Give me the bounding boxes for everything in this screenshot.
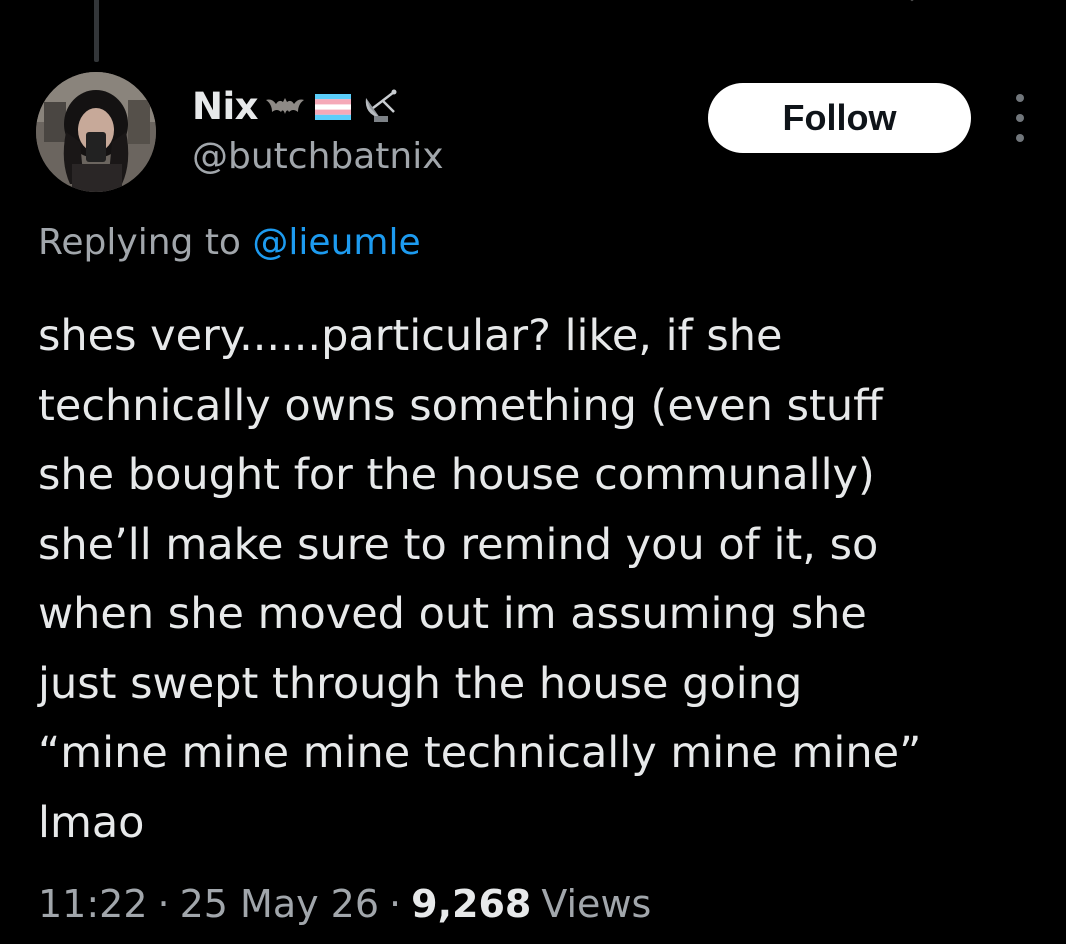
author-display-name[interactable]: Nix xyxy=(192,85,259,128)
tweet-text-line: she bought for the house communally) xyxy=(38,450,875,500)
tweet-text-line: shes very......particular? like, if she xyxy=(38,311,783,361)
satellite-antenna-icon xyxy=(365,89,397,122)
views-label: Views xyxy=(541,882,652,926)
partial-icon-top xyxy=(910,0,914,2)
tweet-text-line: “mine mine mine technically mine mine” xyxy=(38,728,922,778)
tweet-text-line: lmao xyxy=(38,797,145,848)
tweet-text-line: technically owns something (even stuff xyxy=(38,380,883,431)
thread-connector-line xyxy=(94,0,99,62)
meta-separator: · xyxy=(157,882,170,926)
follow-button[interactable]: Follow xyxy=(708,83,971,153)
avatar-photo xyxy=(36,72,156,192)
tweet-text-line: when she moved out im assuming she xyxy=(38,589,867,639)
meta-separator: · xyxy=(389,882,402,926)
bat-emoji-icon xyxy=(266,98,305,114)
views-count: 9,268 xyxy=(411,882,532,926)
tweet-body: shes very......particular? like, if she … xyxy=(38,302,1038,858)
tweet-date[interactable]: 25 May 26 xyxy=(180,882,379,926)
replying-to-row: Replying to @lieumle xyxy=(38,222,421,263)
tweet-meta-row: 11:22 · 25 May 26 · 9,268 Views xyxy=(38,882,651,926)
more-dot xyxy=(1016,114,1024,122)
tweet-text-line: just swept through the house going xyxy=(38,658,803,709)
tweet-time[interactable]: 11:22 xyxy=(38,882,148,926)
author-name-row[interactable]: Nix xyxy=(192,80,402,132)
author-handle[interactable]: @butchbatnix xyxy=(192,136,444,177)
author-avatar[interactable] xyxy=(36,72,156,192)
tweet-text-line: she’ll make sure to remind you of it, so xyxy=(38,519,879,570)
more-options-icon[interactable] xyxy=(1004,94,1036,142)
replying-to-label: Replying to xyxy=(38,222,241,263)
more-dot xyxy=(1016,94,1024,102)
more-dot xyxy=(1016,134,1024,142)
reply-target-link[interactable]: @lieumle xyxy=(252,222,420,263)
transgender-flag-icon xyxy=(315,94,352,120)
